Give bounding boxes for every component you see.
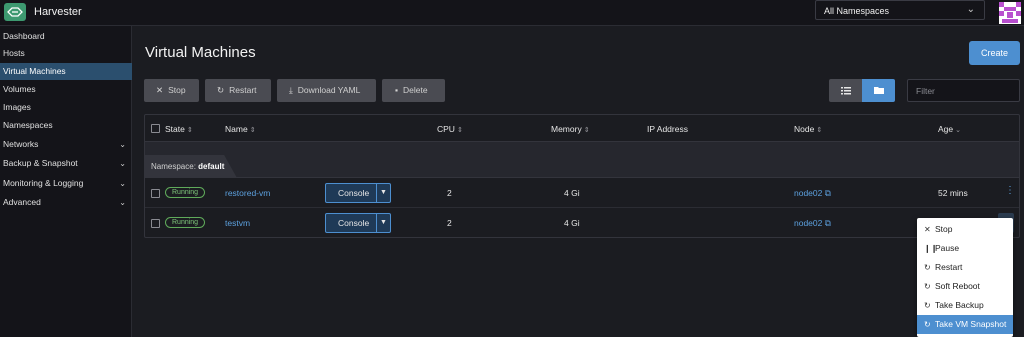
- refresh-icon: ↻: [924, 320, 931, 329]
- kebab-menu-icon[interactable]: ⋮: [1005, 186, 1015, 196]
- sidebar-item-backup-snapshot[interactable]: Backup & Snapshot ⌄: [0, 155, 132, 172]
- page-title: Virtual Machines: [145, 44, 256, 61]
- sidebar-item-virtual-machines[interactable]: Virtual Machines: [0, 63, 132, 80]
- row-checkbox[interactable]: [151, 189, 160, 198]
- status-badge: Running: [165, 187, 206, 198]
- memory-cell: 4 Gi: [564, 218, 580, 228]
- status-badge: Running: [165, 217, 206, 228]
- sort-icon: ⇕: [186, 127, 193, 134]
- group-view-toggle[interactable]: [862, 79, 895, 102]
- select-all-checkbox[interactable]: [151, 124, 160, 133]
- top-header: Harvester All Namespaces ⌄: [0, 0, 1024, 26]
- sidebar-item-networks[interactable]: Networks ⌄: [0, 136, 132, 153]
- console-dropdown[interactable]: Console ▼: [325, 213, 391, 233]
- cpu-cell: 2: [447, 188, 452, 198]
- refresh-icon: ↻: [924, 301, 931, 310]
- chevron-down-icon: ⌄: [966, 4, 975, 15]
- vm-name-link[interactable]: restored-vm: [225, 188, 270, 198]
- trash-icon: ▪: [395, 85, 399, 95]
- refresh-icon: ↻: [924, 263, 931, 272]
- age-cell: 52 mins: [938, 188, 968, 198]
- sidebar-item-namespaces[interactable]: Namespaces: [0, 117, 132, 134]
- stop-button[interactable]: ✕ Stop: [144, 79, 199, 102]
- create-button[interactable]: Create: [969, 41, 1020, 65]
- close-icon: ✕: [924, 225, 931, 234]
- list-icon: [841, 87, 851, 95]
- sort-icon: ⇕: [249, 127, 256, 134]
- table-header: State ⇕ Name ⇕ CPU ⇕ Memory ⇕ IP Address Nod…: [145, 115, 1019, 142]
- copy-icon[interactable]: ⧉: [825, 218, 831, 228]
- chevron-down-icon[interactable]: ▼: [376, 184, 390, 202]
- node-link[interactable]: node02 ⧉: [794, 188, 831, 199]
- chevron-down-icon: ⌄: [119, 140, 126, 149]
- menu-item-restart[interactable]: ↻ Restart: [917, 258, 1013, 277]
- sort-icon: ⇕: [583, 127, 590, 134]
- copy-icon[interactable]: ⧉: [825, 188, 831, 198]
- sidebar-item-monitoring-logging[interactable]: Monitoring & Logging ⌄: [0, 175, 132, 192]
- menu-item-take-vm-snapshot[interactable]: ↻ Take VM Snapshot: [917, 315, 1013, 334]
- node-link[interactable]: node02 ⧉: [794, 218, 831, 229]
- column-header-state[interactable]: State ⇕: [165, 124, 193, 134]
- column-header-node[interactable]: Node ⇕: [794, 124, 822, 134]
- refresh-icon: ↻: [924, 282, 931, 291]
- chevron-down-icon: ⌄: [119, 198, 126, 207]
- app-title: Harvester: [34, 6, 82, 18]
- chevron-down-icon: ⌄: [119, 179, 126, 188]
- download-yaml-button[interactable]: ⤓ Download YAML: [277, 79, 376, 102]
- sidebar-item-images[interactable]: Images: [0, 99, 132, 116]
- namespace-group-row: Namespace: default: [145, 142, 1019, 178]
- chevron-down-icon: ⌄: [119, 159, 126, 168]
- memory-cell: 4 Gi: [564, 188, 580, 198]
- menu-item-stop[interactable]: ✕ Stop: [917, 220, 1013, 239]
- vm-table: State ⇕ Name ⇕ CPU ⇕ Memory ⇕ IP Address Nod…: [144, 114, 1020, 238]
- folder-icon: [874, 87, 884, 94]
- sort-icon: ⇕: [816, 127, 823, 134]
- restart-button[interactable]: ↻ Restart: [205, 79, 271, 102]
- column-header-ip-address: IP Address: [647, 124, 688, 134]
- harvester-logo-icon[interactable]: [4, 3, 26, 21]
- chevron-down-icon[interactable]: ▼: [376, 214, 390, 232]
- console-dropdown[interactable]: Console ▼: [325, 183, 391, 203]
- sort-icon: ⇕: [456, 127, 463, 134]
- user-avatar[interactable]: [999, 2, 1021, 24]
- menu-item-soft-reboot[interactable]: ↻ Soft Reboot: [917, 277, 1013, 296]
- filter-input[interactable]: [907, 79, 1020, 102]
- cpu-cell: 2: [447, 218, 452, 228]
- menu-item-take-backup[interactable]: ↻ Take Backup: [917, 296, 1013, 315]
- sidebar-item-advanced[interactable]: Advanced ⌄: [0, 194, 132, 211]
- sidebar-item-volumes[interactable]: Volumes: [0, 81, 132, 98]
- namespace-select-value: All Namespaces: [824, 6, 890, 16]
- sidebar-item-dashboard[interactable]: Dashboard: [0, 28, 132, 45]
- column-header-name[interactable]: Name ⇕: [225, 124, 256, 134]
- sort-desc-icon: ⌄: [955, 127, 961, 134]
- delete-button[interactable]: ▪ Delete: [382, 79, 445, 102]
- table-row: Running testvm Console ▼ 2 4 Gi node02 ⧉: [145, 208, 1019, 238]
- close-icon: ✕: [156, 85, 164, 95]
- sidebar: Dashboard Hosts Virtual Machines Volumes…: [0, 26, 132, 337]
- namespace-select[interactable]: All Namespaces ⌄: [815, 0, 985, 20]
- menu-item-pause[interactable]: ❙❙Pause: [917, 239, 1013, 258]
- vm-action-menu: ✕ Stop ❙❙Pause ↻ Restart ↻ Soft Reboot ↻ Tak…: [917, 218, 1013, 337]
- row-checkbox[interactable]: [151, 219, 160, 228]
- column-header-age[interactable]: Age ⌄: [938, 124, 961, 134]
- sidebar-item-hosts[interactable]: Hosts: [0, 45, 132, 62]
- namespace-group-tag: Namespace: default: [145, 155, 237, 178]
- table-row: Running restored-vm Console ▼ 2 4 Gi node…: [145, 178, 1019, 208]
- download-icon: ⤓: [289, 85, 293, 95]
- column-header-cpu[interactable]: CPU ⇕: [437, 124, 463, 134]
- pause-icon: ❙❙: [924, 244, 938, 253]
- list-view-toggle[interactable]: [829, 79, 862, 102]
- column-header-memory[interactable]: Memory ⇕: [551, 124, 590, 134]
- vm-name-link[interactable]: testvm: [225, 218, 250, 228]
- refresh-icon: ↻: [217, 85, 225, 95]
